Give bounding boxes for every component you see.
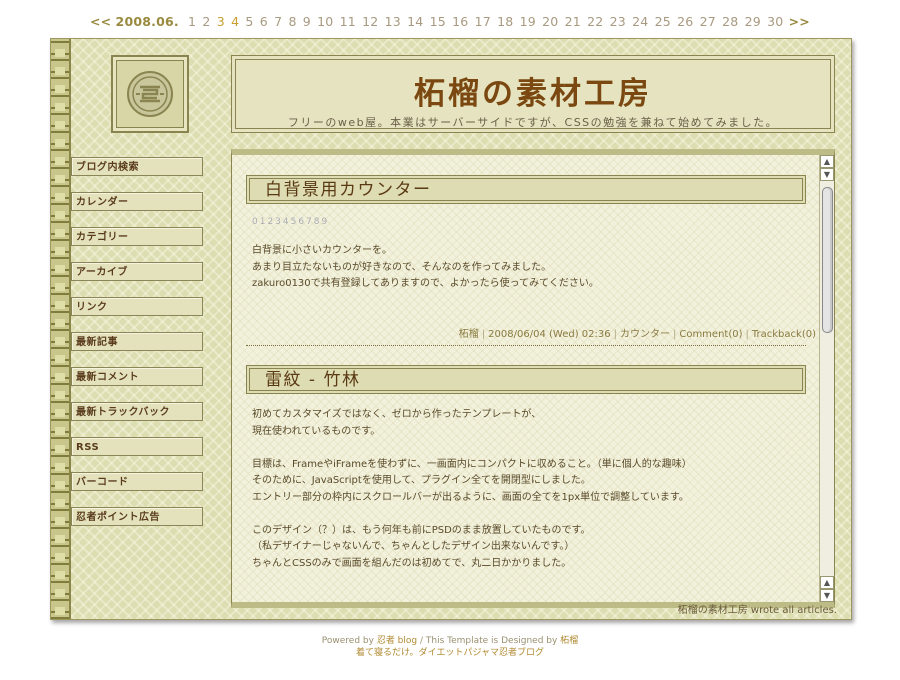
scroll-down-icon[interactable]: ▼ xyxy=(820,168,834,181)
calendar-day-link[interactable]: 29 xyxy=(745,14,761,29)
calendar-day-link[interactable]: 25 xyxy=(655,14,671,29)
site-title[interactable]: 柘榴の素材工房 xyxy=(232,68,834,113)
calendar-day-link[interactable]: 23 xyxy=(610,14,626,29)
main-frame: ブログ内検索 カレンダーカテゴリーアーカイブリンク最新記事最新コメント 最新トラック… xyxy=(50,38,852,620)
next-month-link[interactable]: >> xyxy=(789,14,810,29)
content-scrollbar[interactable]: ▲ ▼ ▲ ▼ xyxy=(819,155,834,602)
calendar-day-link[interactable]: 14 xyxy=(407,14,423,29)
sidebar-item[interactable]: リンク xyxy=(71,297,203,316)
page-footer: Powered by 忍者 blog / This Template is De… xyxy=(0,635,900,659)
sidebar-item[interactable]: バーコード xyxy=(71,472,203,491)
body-line xyxy=(252,506,802,523)
site-subtitle: フリーのweb屋。本業はサーバーサイドですが、CSSの勉強を兼ねて始めてみました… xyxy=(287,116,779,129)
body-line: ちゃんとCSSのみで画面を組んだのは初めてで、丸二日かかりました。 xyxy=(252,557,572,569)
calendar-day-link[interactable]: 8 xyxy=(288,14,296,29)
scroll-thumb[interactable] xyxy=(822,187,833,333)
body-line: 現在使われているものです。 xyxy=(252,425,381,437)
sidebar-item[interactable]: 最新コメント xyxy=(71,367,203,386)
calendar-day-link[interactable]: 17 xyxy=(475,14,491,29)
calendar-day-link[interactable]: 26 xyxy=(677,14,693,29)
current-month: 2008.06. xyxy=(115,14,179,29)
site-header: 柘榴の素材工房 フリーのweb屋。本業はサーバーサイドですが、CSSの勉強を兼ね… xyxy=(231,55,835,133)
entry-divider xyxy=(246,345,806,346)
calendar-day-link[interactable]: 4 xyxy=(231,14,239,29)
counter-sample: 0123456789 xyxy=(252,217,330,227)
body-line: あまり目立たないものが好きなので、そんなのを作ってみました。 xyxy=(252,261,552,273)
wrote-all-articles: 柘榴の素材工房 wrote all articles. xyxy=(677,605,837,616)
calendar-day-link[interactable]: 16 xyxy=(452,14,468,29)
calendar-day-link[interactable]: 22 xyxy=(587,14,603,29)
calendar-day-link[interactable]: 20 xyxy=(542,14,558,29)
sidebar-item[interactable]: カレンダー xyxy=(71,192,203,211)
prev-month-link[interactable]: << xyxy=(90,14,111,29)
calendar-nav: << 2008.06. 1 2 3 4 5 6 7 8 9 10 11 12 1… xyxy=(0,14,900,29)
calendar-day-link[interactable]: 18 xyxy=(497,14,513,29)
author-link[interactable]: 柘榴 xyxy=(459,329,479,340)
fret-border-decoration xyxy=(51,39,71,619)
body-line: 初めてカスタマイズではなく、ゼロから作ったテンプレートが、 xyxy=(252,409,542,420)
longevity-medallion-icon xyxy=(127,71,173,117)
calendar-day-link[interactable]: 9 xyxy=(303,14,311,29)
comment-link[interactable]: Comment(0) xyxy=(679,329,742,340)
entries-panel: 白背景用カウンター 0123456789 白背景に小さいカウンターを。 あまり目… xyxy=(231,149,835,608)
body-line: このデザイン（？）は、もう何年も前にPSDのまま放置していたものです。 xyxy=(252,524,591,536)
body-line: 目標は、FrameやiFrameを使わずに、一画面内にコンパクトに収めること。（… xyxy=(252,458,692,470)
calendar-day-link[interactable]: 10 xyxy=(317,14,333,29)
body-line: そのために、JavaScriptを使用して、プラグイン全てを開閉型にしました。 xyxy=(252,475,591,486)
designer-link[interactable]: 柘榴 xyxy=(560,636,578,646)
calendar-day-link[interactable]: 21 xyxy=(565,14,581,29)
calendar-day-link[interactable]: 24 xyxy=(632,14,648,29)
calendar-day-link[interactable]: 28 xyxy=(722,14,738,29)
sidebar-item[interactable]: 忍者ポイント広告 xyxy=(71,507,203,526)
calendar-day-link[interactable]: 7 xyxy=(274,14,282,29)
sidebar-item[interactable]: 最新記事 xyxy=(71,332,203,351)
calendar-day-link[interactable]: 12 xyxy=(362,14,378,29)
calendar-day-link[interactable]: 19 xyxy=(520,14,536,29)
body-line: zakuro0130で共有登録してありますので、よかったら使ってみてください。 xyxy=(252,278,599,289)
calendar-day-link[interactable]: 2 xyxy=(202,14,210,29)
entry-title[interactable]: 白背景用カウンター xyxy=(246,175,806,204)
body-line: 白背景に小さいカウンターを。 xyxy=(252,245,392,256)
powered-by-link[interactable]: 忍者 blog xyxy=(377,636,417,646)
sidebar-item[interactable]: 最新トラックバック xyxy=(71,402,203,421)
calendar-day-link[interactable]: 6 xyxy=(260,14,268,29)
entry-meta: 柘榴 | 2008/06/04 (Wed) 02:36 | カウンター | Comment(… xyxy=(458,329,816,340)
logo[interactable] xyxy=(111,55,189,133)
calendar-day-link[interactable]: 13 xyxy=(385,14,401,29)
date-link[interactable]: 2008/06/04 (Wed) 02:36 xyxy=(488,329,610,340)
calendar-day-link[interactable]: 15 xyxy=(430,14,446,29)
powered-by-label: Powered by xyxy=(321,636,374,646)
calendar-day-link[interactable]: 1 xyxy=(188,14,196,29)
scroll-up-icon[interactable]: ▲ xyxy=(820,155,834,168)
body-line: （私デザイナーじゃないんで、ちゃんとしたデザイン出来ないんです。） xyxy=(252,541,575,552)
body-line: エントリー部分の枠内にスクロールバーが出るように、画面の全てを1px単位で調整し… xyxy=(252,491,689,503)
calendar-day-link[interactable]: 5 xyxy=(245,14,253,29)
calendar-day-link[interactable]: 11 xyxy=(340,14,356,29)
entry-body: 初めてカスタマイズではなく、ゼロから作ったテンプレートが、 現在使われているもの… xyxy=(252,407,802,572)
sidebar-item[interactable]: カテゴリー xyxy=(71,227,203,246)
day-list: 1 2 3 4 5 6 7 8 9 10 11 12 13 14 15 16 1… xyxy=(187,14,789,29)
category-link[interactable]: カウンター xyxy=(620,329,670,340)
trackback-link[interactable]: Trackback(0) xyxy=(752,329,816,340)
sidebar-item[interactable]: RSS xyxy=(71,437,203,456)
designed-by-label: / This Template is Designed by xyxy=(419,636,558,646)
entry-title[interactable]: 雷紋 - 竹林 xyxy=(246,365,806,394)
calendar-day-link[interactable]: 30 xyxy=(767,14,783,29)
sidebar-item[interactable]: アーカイブ xyxy=(71,262,203,281)
calendar-day-link[interactable]: 27 xyxy=(700,14,716,29)
calendar-day-link[interactable]: 3 xyxy=(217,14,225,29)
footer-ad-link[interactable]: 着て寝るだけ。ダイエットパジャマ忍者ブログ xyxy=(0,647,900,659)
scroll-up-icon[interactable]: ▲ xyxy=(820,576,834,589)
sidebar-item[interactable]: ブログ内検索 xyxy=(71,157,203,176)
body-line xyxy=(252,440,802,457)
entry-body: 白背景に小さいカウンターを。 あまり目立たないものが好きなので、そんなのを作って… xyxy=(252,243,802,293)
